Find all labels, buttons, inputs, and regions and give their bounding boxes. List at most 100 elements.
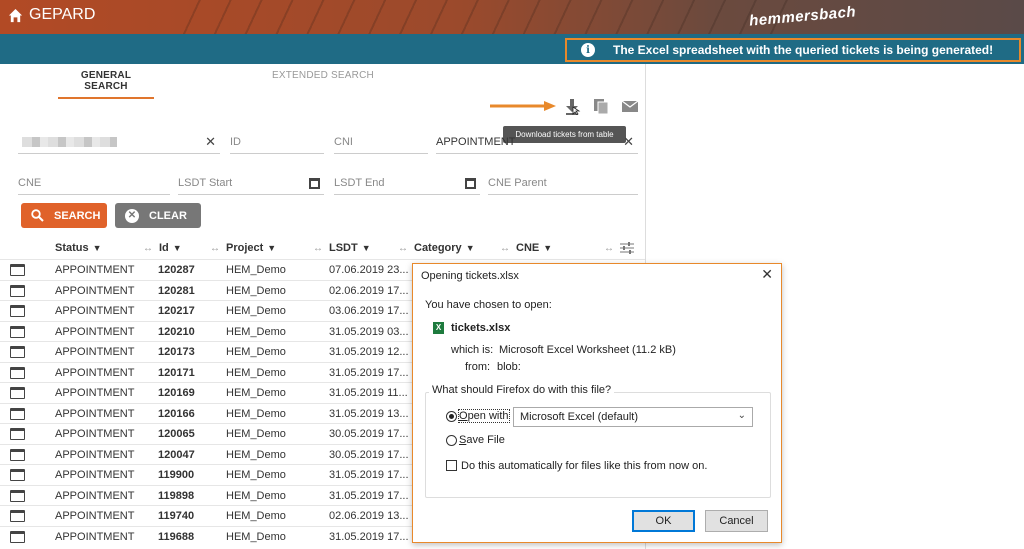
cell-id[interactable]: 119900 — [158, 469, 194, 481]
open-ticket-icon[interactable] — [10, 387, 25, 399]
column-project[interactable]: ↔ Project ▼ — [210, 242, 276, 254]
auto-action-checkbox[interactable] — [446, 460, 457, 471]
cell-id[interactable]: 120169 — [158, 387, 195, 399]
open-ticket-icon[interactable] — [10, 346, 25, 358]
status-field[interactable]: APPOINTMENT ✕ — [436, 132, 638, 154]
cell-status: APPOINTMENT — [55, 407, 135, 420]
open-ticket-icon[interactable] — [10, 510, 25, 522]
cell-id[interactable]: 120065 — [158, 428, 195, 440]
open-ticket-icon[interactable] — [10, 305, 25, 317]
customer-field[interactable]: ✕ — [18, 132, 220, 154]
close-icon[interactable]: ✕ — [761, 266, 773, 283]
cell-lsdt: 30.05.2019 17... — [329, 428, 409, 440]
open-ticket-icon[interactable] — [10, 530, 25, 543]
open-ticket-icon[interactable] — [10, 264, 25, 276]
clear-status-icon[interactable]: ✕ — [623, 134, 634, 150]
cell-lsdt: 02.06.2019 17... — [329, 284, 409, 297]
clear-field-icon[interactable]: ✕ — [205, 134, 216, 150]
resize-column-icon[interactable]: ↔ — [604, 242, 620, 254]
cell-id[interactable]: 120217 — [158, 305, 195, 317]
cancel-button[interactable]: Cancel — [705, 510, 768, 532]
cell-id[interactable]: 120173 — [158, 346, 195, 358]
column-id[interactable]: ↔ Id ▼ — [143, 242, 182, 254]
dialog-intro: You have chosen to open: — [425, 299, 552, 311]
cell-status: APPOINTMENT — [55, 264, 135, 276]
cell-status: APPOINTMENT — [55, 284, 135, 297]
chevron-down-icon: ▼ — [361, 243, 371, 253]
chevron-down-icon: ▼ — [92, 243, 102, 253]
cell-project: HEM_Demo — [226, 489, 286, 502]
cell-project: HEM_Demo — [226, 407, 286, 420]
cne-parent-field[interactable]: CNE Parent — [488, 173, 638, 195]
auto-action-label[interactable]: Do this automatically for files like thi… — [461, 460, 707, 472]
action-question: What should Firefox do with this file? — [429, 384, 615, 396]
id-field[interactable]: ID — [230, 132, 324, 154]
move-column-icon: ↔ — [143, 243, 153, 254]
column-category[interactable]: ↔ Category ▼ — [398, 242, 475, 254]
open-ticket-icon[interactable] — [10, 469, 25, 481]
open-ticket-icon[interactable] — [10, 407, 25, 420]
save-file-radio[interactable] — [446, 435, 457, 446]
notice-text: The Excel spreadsheet with the queried t… — [613, 43, 994, 57]
tab-extended-search[interactable]: EXTENDED SEARCH — [272, 70, 374, 81]
cell-id[interactable]: 120210 — [158, 326, 195, 338]
cell-lsdt: 31.05.2019 13... — [329, 407, 409, 420]
header-decoration — [170, 0, 790, 34]
cell-id[interactable]: 120281 — [158, 285, 195, 297]
cell-lsdt: 02.06.2019 13... — [329, 510, 409, 522]
open-ticket-icon[interactable] — [10, 489, 25, 502]
download-icon[interactable] — [563, 97, 581, 115]
home-icon — [8, 8, 23, 22]
cell-id[interactable]: 120287 — [158, 264, 195, 276]
column-lsdt[interactable]: ↔ LSDT ▼ — [313, 242, 371, 254]
cell-status: APPOINTMENT — [55, 346, 135, 358]
lsdt-start-field[interactable]: LSDT Start — [178, 173, 324, 195]
open-with-radio[interactable] — [446, 411, 457, 422]
open-ticket-icon[interactable] — [10, 284, 25, 297]
which-is-label: which is: — [451, 344, 494, 356]
cne-field[interactable]: CNE — [18, 173, 170, 195]
cell-project: HEM_Demo — [226, 469, 286, 481]
file-source: blob: — [497, 361, 521, 373]
cell-id[interactable]: 119898 — [158, 490, 194, 502]
search-button[interactable]: SEARCH — [21, 203, 107, 228]
application-select[interactable]: Microsoft Excel (default) ⌄ — [513, 407, 753, 427]
mail-icon[interactable] — [621, 97, 639, 115]
calendar-icon[interactable] — [465, 178, 476, 189]
lsdt-end-field[interactable]: LSDT End — [334, 173, 480, 195]
cell-status: APPOINTMENT — [55, 305, 135, 317]
cell-lsdt: 07.06.2019 23... — [329, 264, 409, 276]
column-status[interactable]: Status ▼ — [55, 242, 102, 254]
cell-status: APPOINTMENT — [55, 428, 135, 440]
clear-button[interactable]: ✕ CLEAR — [115, 203, 201, 228]
move-column-icon: ↔ — [210, 243, 220, 254]
open-ticket-icon[interactable] — [10, 366, 25, 379]
cell-id[interactable]: 120166 — [158, 408, 195, 420]
cell-id[interactable]: 120047 — [158, 449, 195, 461]
open-ticket-icon[interactable] — [10, 325, 25, 338]
save-file-label[interactable]: Save File — [459, 434, 505, 446]
cell-id[interactable]: 119740 — [158, 510, 194, 522]
column-cne[interactable]: ↔ CNE ▼ — [500, 242, 552, 254]
cell-project: HEM_Demo — [226, 264, 286, 276]
cell-lsdt: 31.05.2019 17... — [329, 530, 409, 543]
column-settings-icon[interactable] — [620, 242, 634, 254]
dialog-title: Opening tickets.xlsx — [421, 270, 519, 282]
top-bar: GEPARD hemmersbach — [0, 0, 1024, 34]
copy-icon[interactable] — [592, 97, 610, 115]
cni-field[interactable]: CNI — [334, 132, 428, 154]
calendar-icon[interactable] — [309, 178, 320, 189]
cell-id[interactable]: 119688 — [158, 531, 194, 543]
cell-project: HEM_Demo — [226, 284, 286, 297]
cell-status: APPOINTMENT — [55, 387, 135, 399]
open-ticket-icon[interactable] — [10, 448, 25, 461]
app-brand[interactable]: GEPARD — [8, 6, 95, 24]
move-column-icon: ↔ — [398, 243, 408, 254]
tab-general-search[interactable]: GENERAL SEARCH — [58, 70, 154, 99]
file-type: Microsoft Excel Worksheet (11.2 kB) — [499, 344, 676, 356]
open-ticket-icon[interactable] — [10, 428, 25, 440]
annotation-arrow-icon — [490, 101, 556, 111]
cell-id[interactable]: 120171 — [158, 367, 195, 379]
open-with-label[interactable]: Open with — [458, 409, 510, 423]
ok-button[interactable]: OK — [632, 510, 695, 532]
